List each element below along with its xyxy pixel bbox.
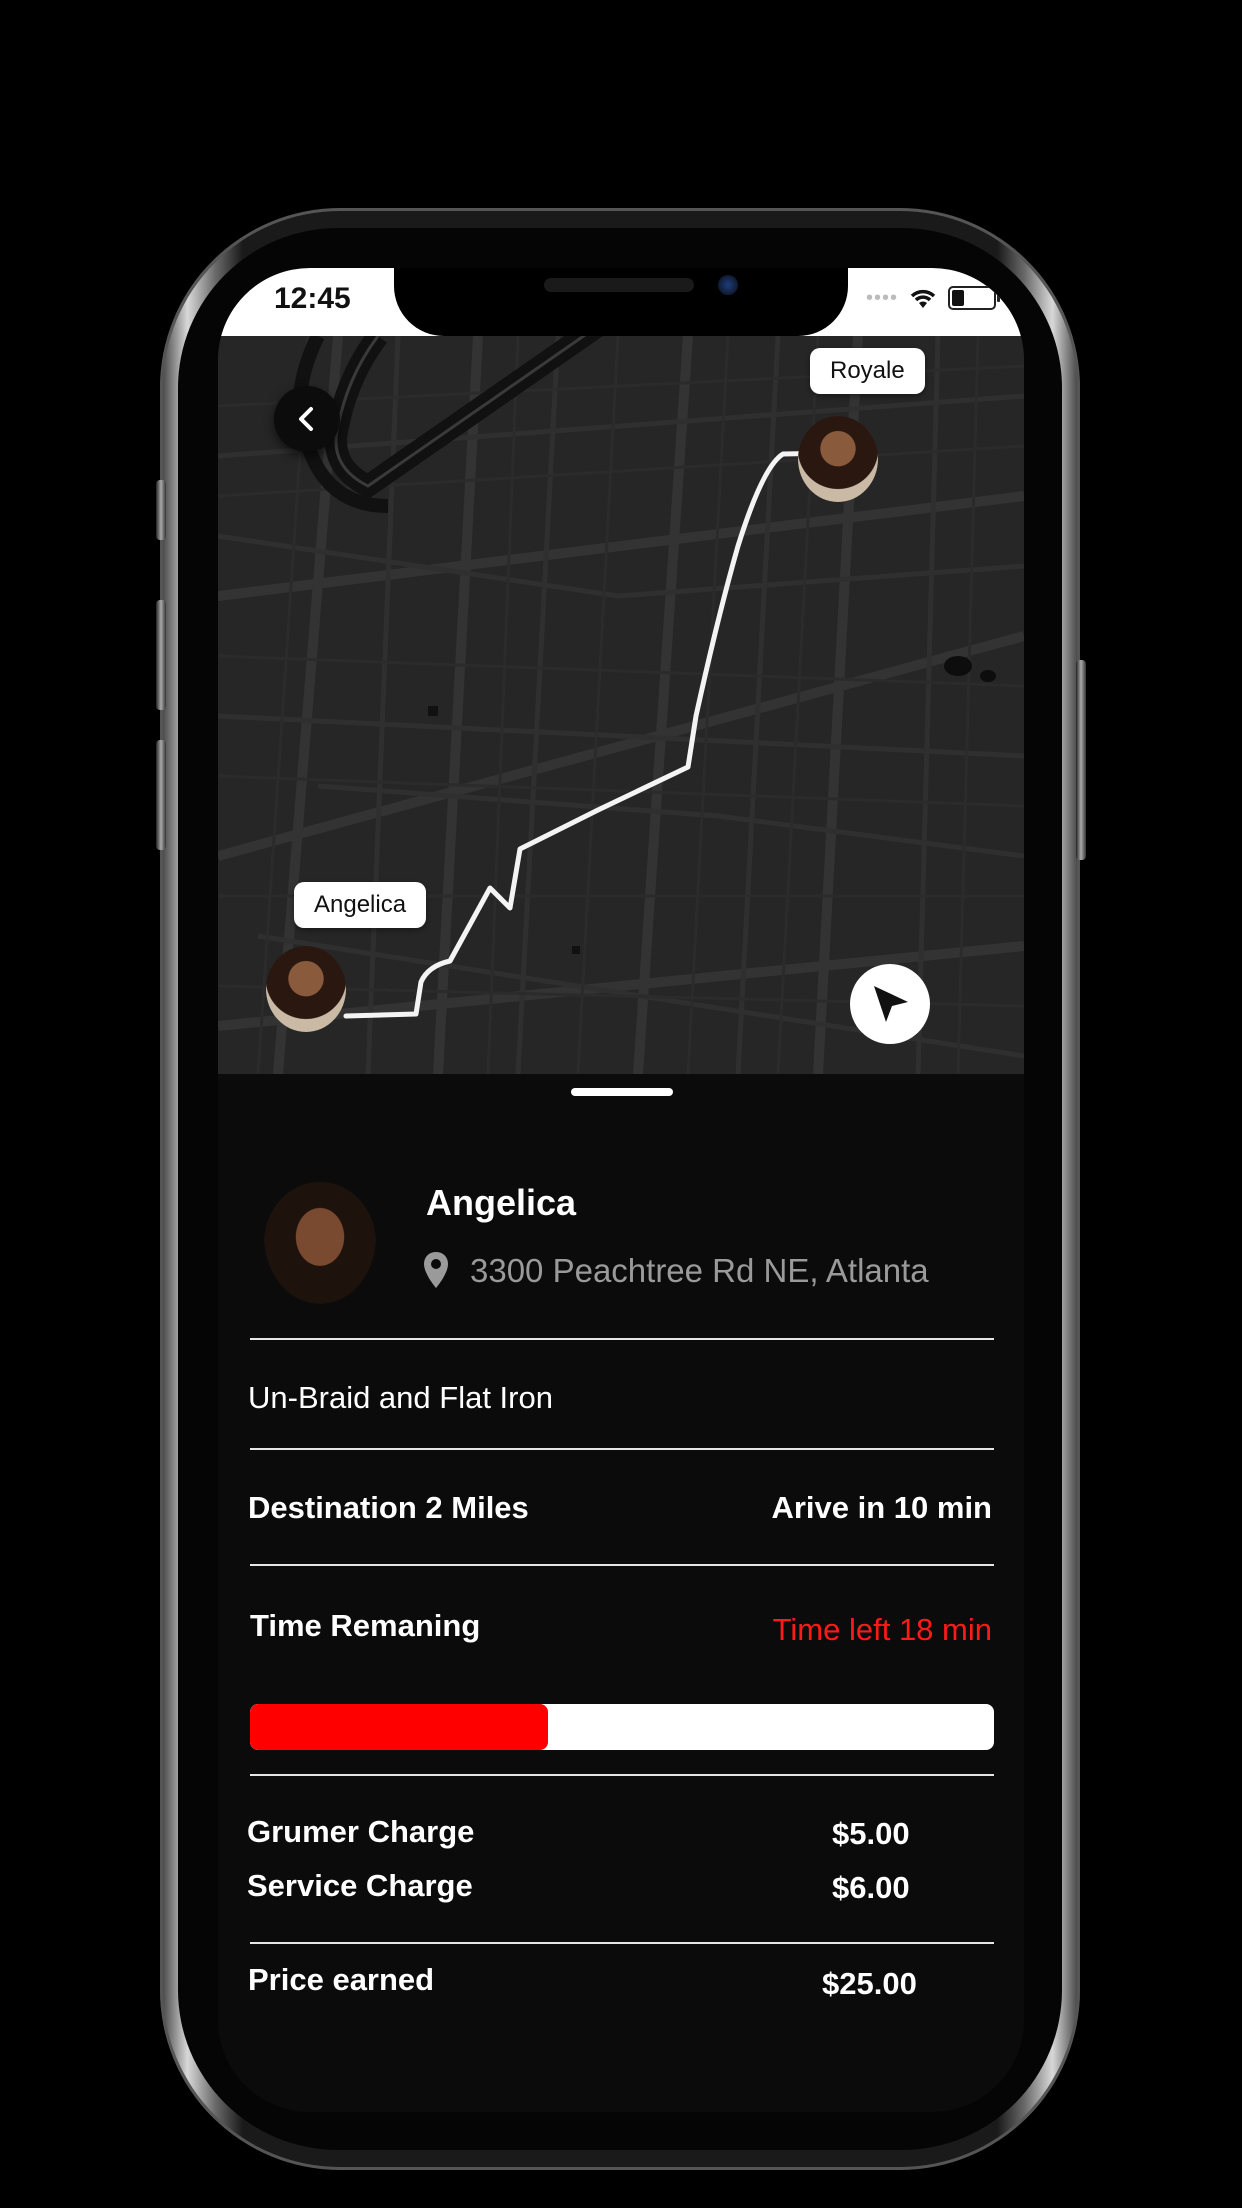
map-streets <box>218 336 1024 1074</box>
destination-label: Royale <box>810 348 925 394</box>
customer-address: 3300 Peachtree Rd NE, Atlanta <box>470 1252 929 1289</box>
speaker <box>544 278 694 292</box>
price-earned-label: Price earned <box>248 1962 435 1997</box>
status-icons: •••• <box>865 286 1000 310</box>
origin-avatar[interactable] <box>266 946 346 1032</box>
notch <box>394 268 848 336</box>
wifi-icon <box>910 289 936 308</box>
trip-details-sheet: Angelica 3300 Peachtree Rd NE, Atlanta U… <box>218 1074 1024 2112</box>
navigation-arrow-icon <box>874 986 908 1022</box>
charge-value-0: $5.00 <box>832 1816 910 1851</box>
sheet-drag-handle[interactable] <box>571 1088 673 1096</box>
divider <box>250 1564 994 1566</box>
arrival-time: Arive in 10 min <box>771 1490 992 1525</box>
destination-distance: Destination 2 Miles <box>248 1490 529 1525</box>
time-left: Time left 18 min <box>772 1612 992 1647</box>
divider <box>250 1448 994 1450</box>
time-progress-bar <box>250 1704 994 1750</box>
battery-icon <box>948 286 1000 310</box>
location-pin-icon <box>424 1252 448 1288</box>
screen: 12:45 •••• Royale Angelica Angelica 3300… <box>218 268 1024 2112</box>
time-remaining-label: Time Remaning <box>250 1608 481 1643</box>
status-time: 12:45 <box>274 282 351 315</box>
map[interactable]: Royale Angelica <box>218 336 1024 1074</box>
chevron-left-icon <box>299 407 313 431</box>
charge-value-1: $6.00 <box>832 1870 910 1905</box>
divider <box>250 1774 994 1776</box>
phone-volume-up <box>156 600 166 710</box>
divider <box>250 1942 994 1944</box>
charge-label-1: Service Charge <box>247 1868 473 1903</box>
phone-power-button <box>1076 660 1086 860</box>
destination-avatar[interactable] <box>798 416 878 502</box>
signal-dots: •••• <box>865 286 898 309</box>
price-earned-value: $25.00 <box>822 1966 917 2001</box>
charge-label-0: Grumer Charge <box>247 1814 475 1849</box>
camera <box>718 275 738 295</box>
customer-name: Angelica <box>426 1182 577 1223</box>
phone-volume-down <box>156 740 166 850</box>
origin-label: Angelica <box>294 882 427 928</box>
phone-side-button <box>156 480 166 540</box>
divider <box>250 1338 994 1340</box>
back-button[interactable] <box>274 386 340 452</box>
time-progress-fill <box>250 1704 548 1750</box>
customer-avatar <box>264 1182 376 1304</box>
service-name: Un-Braid and Flat Iron <box>248 1380 553 1415</box>
locate-button[interactable] <box>850 964 930 1044</box>
